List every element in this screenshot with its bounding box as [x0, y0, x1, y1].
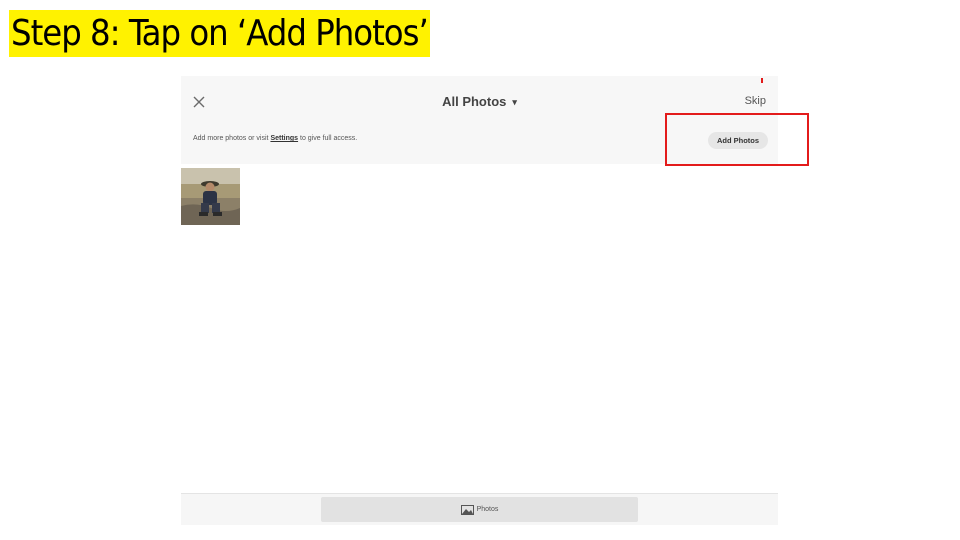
settings-link[interactable]: Settings: [270, 135, 298, 142]
access-notice-text-before: Add more photos or visit: [193, 135, 271, 142]
slide-title: Step 8: Tap on ‘Add Photos’: [9, 10, 430, 57]
album-title: All Photos: [442, 94, 507, 109]
album-selector[interactable]: All Photos ▾: [181, 94, 778, 109]
status-indicator: [761, 78, 763, 83]
tab-photos[interactable]: Photos: [321, 497, 638, 522]
bottom-tab-bar: Photos: [181, 493, 778, 525]
access-notice: Add more photos or visit Settings to giv…: [193, 135, 357, 142]
tab-photos-label: Photos: [476, 506, 499, 513]
chevron-down-icon: ▾: [512, 97, 517, 107]
skip-button[interactable]: Skip: [745, 95, 766, 107]
photo-thumbnail[interactable]: [181, 168, 240, 225]
photo-icon: [460, 504, 474, 515]
add-photos-callout-box: [665, 113, 809, 166]
photo-thumbnail-image: [181, 168, 240, 225]
access-notice-text-after: to give full access.: [298, 135, 358, 142]
